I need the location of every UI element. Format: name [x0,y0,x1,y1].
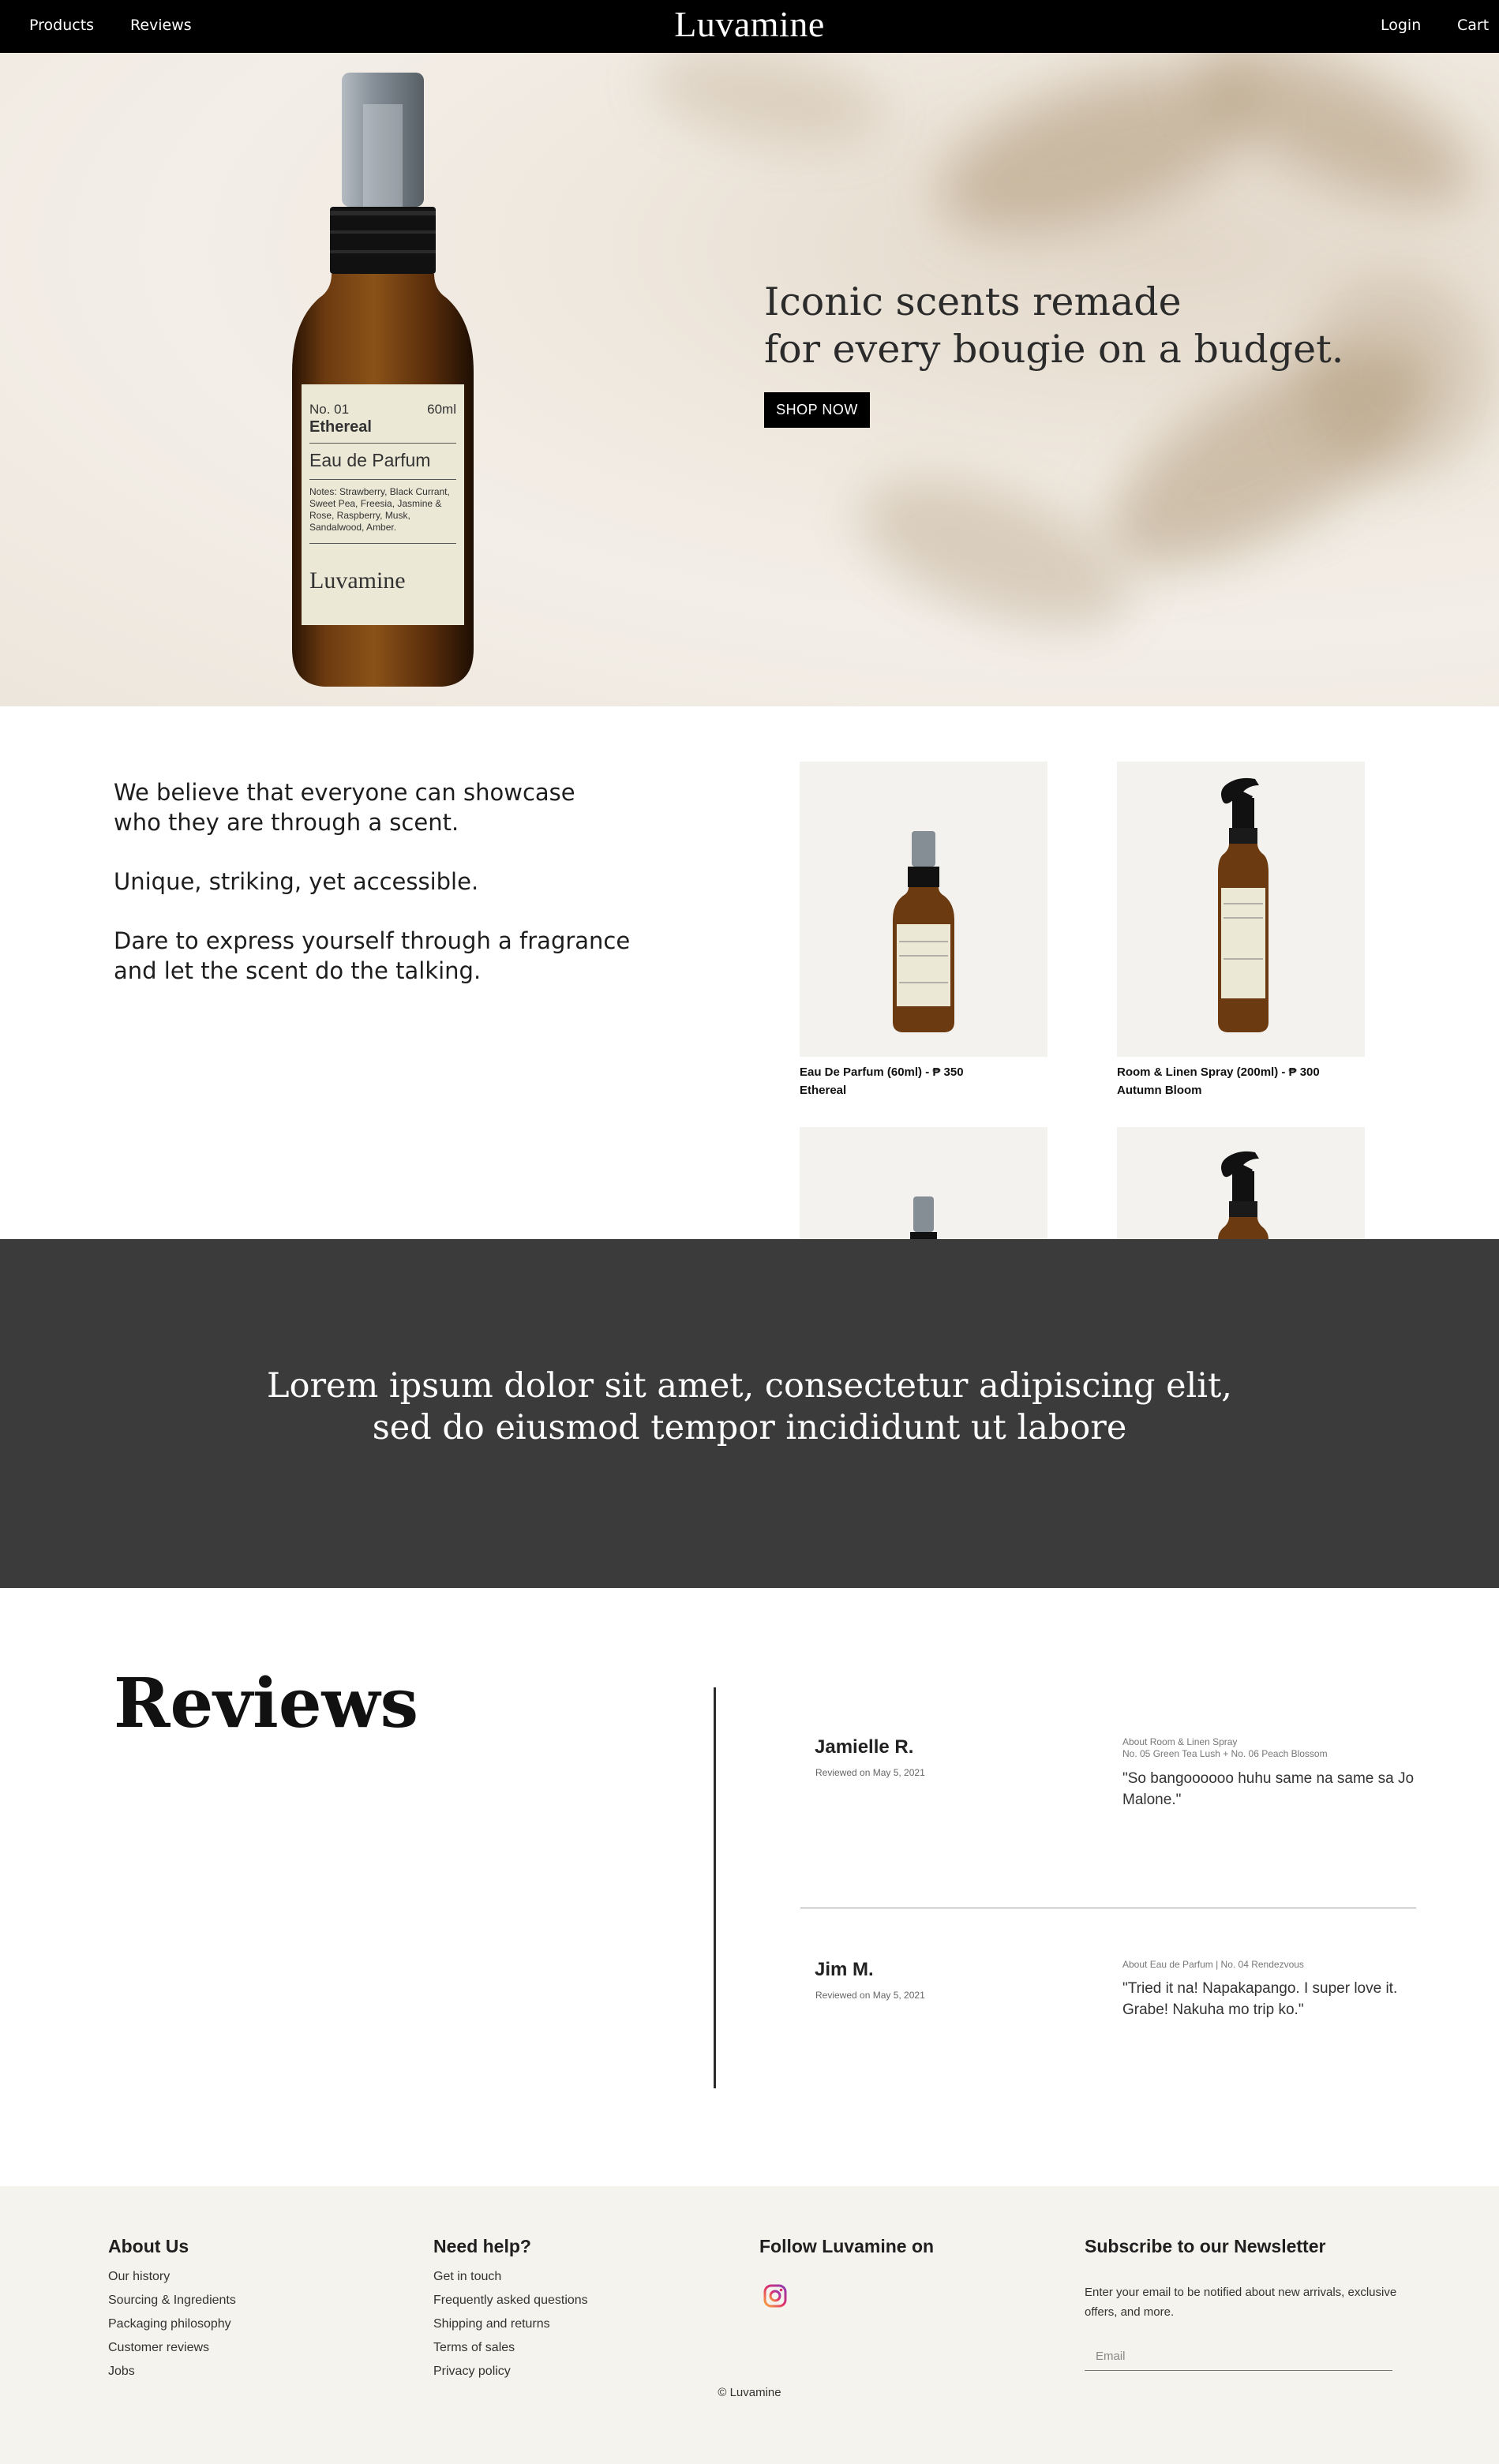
instagram-icon[interactable] [763,2283,788,2309]
label-name: Ethereal [309,418,372,436]
footer-link-faq[interactable]: Frequently asked questions [433,2294,588,2307]
footer-help-links: Get in touch Frequently asked questions … [433,2265,588,2383]
product-image[interactable] [800,762,1047,1057]
hero-bottle-label: No. 01 60ml Ethereal Eau de Parfum Notes… [302,384,464,625]
footer-link-shipping[interactable]: Shipping and returns [433,2317,550,2331]
hero-headline: Iconic scents remade for every bougie on… [764,279,1344,372]
review-date: Reviewed on May 5, 2021 [815,1990,925,2001]
review-product-about: About Room & Linen Spray No. 05 Green Te… [1122,1736,1328,1759]
product-title: Room & Linen Spray (200ml) - ₱ 300 [1117,1065,1320,1079]
brand-logo[interactable]: Luvamine [0,3,1499,45]
band-quote: Lorem ipsum dolor sit amet, consectetur … [267,1366,1232,1447]
footer-link-customer-reviews[interactable]: Customer reviews [108,2341,209,2354]
shop-now-button[interactable]: SHOP NOW [764,392,870,428]
review-date: Reviewed on May 5, 2021 [815,1767,925,1778]
footer-link-sourcing[interactable]: Sourcing & Ingredients [108,2294,236,2307]
product-spray-image [1218,777,1269,1032]
nav-cart-link[interactable]: Cart [1457,17,1489,34]
product-name: Ethereal [800,1084,847,1097]
product-spray-image [1218,1151,1269,1239]
product-caption[interactable]: Room & Linen Spray (200ml) - ₱ 300 Autum… [1117,1063,1365,1099]
reviewer-name: Jamielle R. [815,1736,914,1758]
footer-link-terms[interactable]: Terms of sales [433,2341,515,2354]
label-number: No. 01 [309,402,350,417]
about-paragraph: Dare to express yourself through a fragr… [114,927,631,984]
footer-newsletter-heading: Subscribe to our Newsletter [1085,2236,1326,2256]
newsletter-email-field[interactable] [1085,2342,1392,2371]
shadow-decor [841,449,1149,659]
product-card[interactable]: Room & Linen Spray (200ml) - ₱ 300 Autum… [1117,762,1365,1099]
reviews-title: Reviews [114,1664,418,1743]
footer-link-get-in-touch[interactable]: Get in touch [433,2270,501,2283]
reviews-divider [714,1687,716,2088]
footer-link-our-history[interactable]: Our history [108,2270,170,2283]
product-bottle-image [910,1196,937,1239]
nav-login-link[interactable]: Login [1381,17,1421,34]
product-image[interactable] [1117,1127,1365,1239]
product-bottle-image [893,831,954,1032]
footer-link-privacy[interactable]: Privacy policy [433,2365,511,2378]
footer-follow-heading: Follow Luvamine on [759,2236,935,2256]
product-image[interactable] [800,1127,1047,1239]
footer-about-links: Our history Sourcing & Ingredients Packa… [108,2265,236,2383]
product-image[interactable] [1117,762,1365,1057]
product-card[interactable]: Eau De Parfum (60ml) - ₱ 350 Ethereal [800,762,1047,1099]
about-paragraph: Unique, striking, yet accessible. [114,868,479,895]
product-name: Autumn Bloom [1117,1084,1202,1097]
footer-link-packaging[interactable]: Packaging philosophy [108,2317,231,2331]
hero-banner: No. 01 60ml Ethereal Eau de Parfum Notes… [0,53,1499,706]
about-paragraph: We believe that everyone can showcase wh… [114,779,575,836]
review-product-about: About Eau de Parfum | No. 04 Rendezvous [1122,1959,1304,1970]
product-caption[interactable]: Eau De Parfum (60ml) - ₱ 350 Ethereal [800,1063,1047,1099]
review-quote: "So bangoooooo huhu same na same sa Jo M… [1122,1770,1415,1808]
review-quote: "Tried it na! Napakapango. I super love … [1122,1980,1398,2018]
newsletter-note: Enter your email to be notified about ne… [1085,2286,1397,2319]
quote-band: Lorem ipsum dolor sit amet, consectetur … [0,1239,1499,1588]
label-notes: Notes: Strawberry, Black Currant, Sweet … [309,479,456,534]
reviewer-name: Jim M. [815,1959,874,1980]
copyright: © Luvamine [718,2386,781,2399]
label-brand: Luvamine [309,543,456,594]
label-type: Eau de Parfum [309,443,456,471]
product-card[interactable] [1117,1127,1365,1239]
footer-help-heading: Need help? [433,2236,531,2256]
footer-link-jobs[interactable]: Jobs [108,2365,135,2378]
product-title: Eau De Parfum (60ml) - ₱ 350 [800,1065,964,1079]
product-card[interactable] [800,1127,1047,1239]
shadow-decor [641,53,890,160]
top-nav: Products Reviews Luvamine Login Cart [0,0,1499,53]
about-text: We believe that everyone can showcase wh… [114,777,682,1015]
footer-about-heading: About Us [108,2236,189,2256]
label-volume: 60ml [427,402,456,417]
